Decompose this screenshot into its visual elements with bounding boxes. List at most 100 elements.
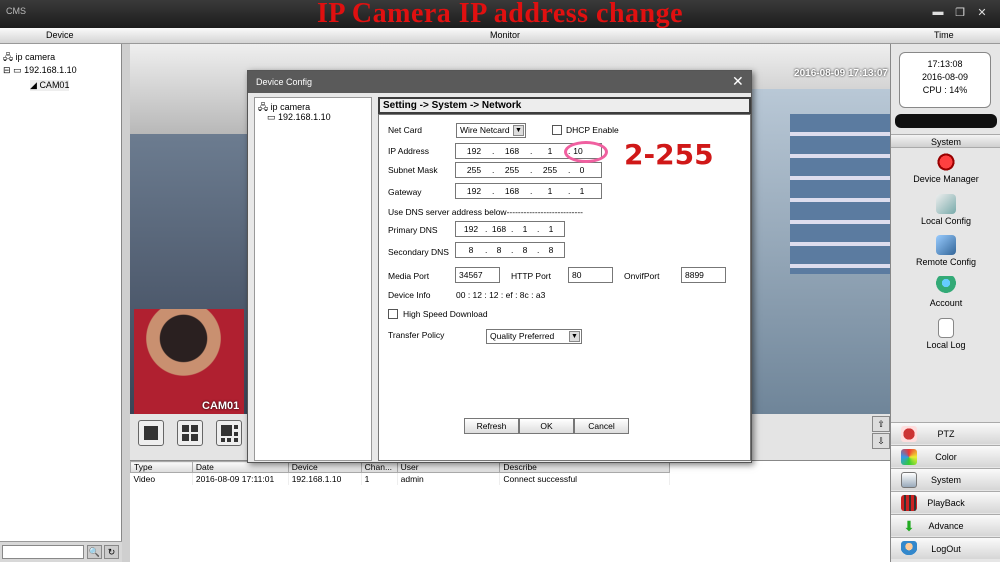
col-device[interactable]: Device — [287, 461, 362, 473]
device-info-value: 00 : 12 : 12 : ef : 8c : a3 — [456, 290, 546, 300]
users-icon — [936, 276, 956, 296]
nav-system[interactable]: System — [891, 468, 1000, 490]
transfer-policy-select[interactable]: Quality Preferred ▼ — [486, 329, 582, 344]
high-speed-label: High Speed Download — [403, 309, 488, 319]
col-channel[interactable]: Chan... — [360, 461, 398, 473]
layout-1-button[interactable] — [138, 420, 164, 446]
ptz-icon — [901, 426, 917, 442]
right-panel: 17:13:08 2016-08-09 CPU : 14% System Dev… — [890, 44, 1000, 562]
dns-note: Use DNS server address below------------… — [388, 207, 583, 217]
arrow-up-icon[interactable]: ⇧ — [872, 416, 890, 432]
clock-time: 17:13:08 — [927, 59, 963, 69]
col-user[interactable]: User — [396, 461, 501, 473]
tree-root[interactable]: 🖧 ip camera — [3, 50, 55, 66]
tree-device[interactable]: ⊟ ▭ 192.168.1.10 — [3, 65, 77, 76]
device-config-dialog: Device Config ✕ 🖧 ip camera ▭ 192.168.1.… — [247, 70, 752, 463]
video-timestamp: 2016-08-09 17:13:07 — [794, 68, 888, 79]
tree-camera[interactable]: ◢ CAM01 — [30, 80, 70, 91]
camera-group-icon: 🖧 — [258, 102, 269, 112]
col-type[interactable]: Type — [130, 461, 193, 473]
secondary-dns-label: Secondary DNS — [388, 247, 449, 257]
dropdown-icon: ▼ — [569, 331, 580, 342]
range-annotation: 2-255 — [624, 138, 714, 171]
onvif-port-label: OnvifPort — [624, 271, 660, 281]
http-port-label: HTTP Port — [511, 271, 551, 281]
account-button[interactable]: Account — [891, 276, 1000, 308]
gateway-input[interactable]: 192. 168. 1. 1 — [455, 183, 602, 199]
net-card-label: Net Card — [388, 125, 423, 135]
clock-panel: 17:13:08 2016-08-09 CPU : 14% — [899, 52, 991, 108]
logout-icon — [901, 541, 917, 557]
refresh-icon[interactable]: ↻ — [104, 545, 119, 559]
expand-icon[interactable]: ⊟ — [3, 65, 11, 75]
remote-config-icon — [936, 235, 956, 255]
gateway-label: Gateway — [388, 187, 422, 197]
color-icon — [901, 449, 917, 465]
title-bar: CMS IP Camera IP address change ▬ ❐ ✕ — [0, 0, 1000, 29]
log-table: Type Date Device Chan... User Describe V… — [130, 461, 670, 485]
ok-button[interactable]: OK — [519, 418, 574, 434]
dialog-title: Device Config — [248, 71, 751, 93]
onvif-port-input[interactable]: 8899 — [681, 267, 726, 283]
record-icon — [936, 152, 956, 172]
subnet-mask-input[interactable]: 255. 255. 255. 0 — [455, 162, 602, 178]
camera-icon: ◢ — [30, 80, 37, 90]
high-speed-checkbox[interactable] — [388, 309, 398, 319]
local-log-button[interactable]: Local Log — [891, 318, 1000, 350]
primary-dns-input[interactable]: 192. 168. 1. 1 — [455, 221, 565, 237]
cancel-button[interactable]: Cancel — [574, 418, 629, 434]
transfer-policy-label: Transfer Policy — [388, 330, 445, 340]
http-port-input[interactable]: 80 — [568, 267, 613, 283]
time-header: Time — [934, 30, 954, 40]
arrow-down-icon[interactable]: ⇩ — [872, 433, 890, 449]
layout-6-button[interactable] — [216, 420, 242, 446]
dvr-icon: ▭ — [267, 112, 276, 122]
device-manager-button[interactable]: Device Manager — [891, 152, 1000, 184]
search-icon[interactable]: 🔍 — [87, 545, 102, 559]
layout-4-button[interactable] — [177, 420, 203, 446]
nav-advance[interactable]: ⬇ Advance — [891, 514, 1000, 536]
camera-group-icon: 🖧 — [3, 52, 14, 62]
dhcp-checkbox[interactable] — [552, 125, 562, 135]
col-date[interactable]: Date — [191, 461, 289, 473]
search-input[interactable] — [2, 545, 84, 559]
log-panel: Type Date Device Chan... User Describe V… — [130, 460, 890, 562]
config-icon — [936, 194, 956, 214]
restore-icon[interactable]: ❐ — [952, 6, 968, 19]
scroll-arrows: ⇧ ⇩ — [872, 416, 890, 450]
net-card-select[interactable]: Wire Netcard ▼ — [456, 123, 526, 138]
highlight-circle — [564, 141, 608, 163]
film-icon — [901, 495, 917, 511]
close-icon[interactable]: ✕ — [974, 6, 990, 19]
nav-color[interactable]: Color — [891, 445, 1000, 467]
system-icon — [901, 472, 917, 488]
dialog-tree: 🖧 ip camera ▭ 192.168.1.10 — [254, 97, 372, 461]
device-info-label: Device Info — [388, 290, 431, 300]
dvr-icon: ▭ — [13, 65, 22, 75]
secondary-dns-input[interactable]: 8. 8. 8. 8 — [455, 242, 565, 258]
device-tree: 🖧 ip camera ⊟ ▭ 192.168.1.10 ◢ CAM01 — [0, 44, 122, 541]
media-port-label: Media Port — [388, 271, 430, 281]
nav-playback[interactable]: PlayBack — [891, 491, 1000, 513]
tree-search-bar: 🔍 ↻ — [0, 541, 122, 562]
minimize-icon[interactable]: ▬ — [930, 6, 946, 18]
nav-ptz[interactable]: PTZ — [891, 422, 1000, 444]
refresh-button[interactable]: Refresh — [464, 418, 519, 434]
video-scene-shelf — [790, 114, 890, 274]
dialog-tree-device[interactable]: ▭ 192.168.1.10 — [267, 112, 331, 123]
remote-config-button[interactable]: Remote Config — [891, 235, 1000, 267]
column-header: Device Monitor Time — [0, 28, 1000, 44]
ip-address-label: IP Address — [388, 146, 429, 156]
dhcp-label: DHCP Enable — [566, 125, 619, 135]
system-header: System — [891, 134, 1000, 148]
col-describe[interactable]: Describe — [499, 461, 670, 473]
dialog-close-icon[interactable]: ✕ — [732, 74, 744, 88]
clock-date: 2016-08-09 — [921, 72, 969, 82]
nav-logout[interactable]: LogOut — [891, 537, 1000, 559]
advance-icon: ⬇ — [903, 518, 915, 534]
media-port-input[interactable]: 34567 — [455, 267, 500, 283]
table-row[interactable]: Video 2016-08-09 17:11:01 192.168.1.10 1… — [130, 472, 670, 485]
device-header: Device — [46, 30, 74, 40]
local-config-button[interactable]: Local Config — [891, 194, 1000, 226]
splitter[interactable] — [122, 44, 130, 562]
